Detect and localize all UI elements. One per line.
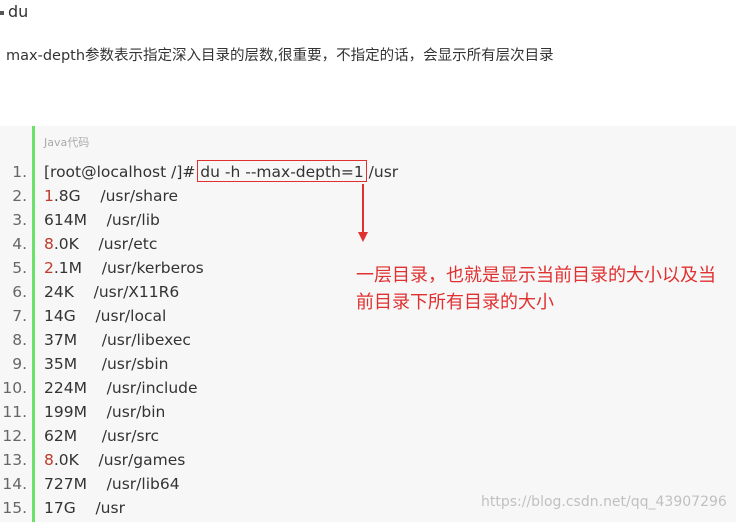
description-text: max-depth参数表示指定深入目录的层数,很重要，不指定的话，会显示所有层次… bbox=[6, 48, 554, 64]
line-number: 15. bbox=[2, 499, 27, 517]
line-number: 10. bbox=[2, 379, 27, 397]
code-text: 37M /usr/libexec bbox=[44, 328, 191, 352]
highlighted-digit: 2 bbox=[44, 259, 54, 277]
code-text: 224M /usr/include bbox=[44, 376, 198, 400]
line-number: 9. bbox=[12, 355, 27, 373]
code-text: 35M /usr/sbin bbox=[44, 352, 169, 376]
code-content: 35M /usr/sbin bbox=[44, 355, 169, 373]
code-text: 17G /usr bbox=[44, 496, 125, 520]
code-text: 8.0K /usr/etc bbox=[44, 232, 157, 256]
code-content: 17G /usr bbox=[44, 499, 125, 517]
code-content: .0K /usr/etc bbox=[53, 235, 158, 253]
line-number: 14. bbox=[2, 475, 27, 493]
code-content: 62M /usr/src bbox=[44, 427, 160, 445]
code-text: 727M /usr/lib64 bbox=[44, 472, 180, 496]
code-content: 37M /usr/libexec bbox=[44, 331, 191, 349]
code-content: .1M /usr/kerberos bbox=[53, 259, 204, 277]
arrow-line bbox=[362, 184, 364, 232]
code-content: 14G /usr/local bbox=[44, 307, 167, 325]
code-text: 24K /usr/X11R6 bbox=[44, 280, 179, 304]
line-number: 13. bbox=[2, 451, 27, 469]
code-text: 62M /usr/src bbox=[44, 424, 159, 448]
code-text: 614M /usr/lib bbox=[44, 208, 160, 232]
code-text: 2.1M /usr/kerberos bbox=[44, 256, 204, 280]
code-text: 1.8G /usr/share bbox=[44, 184, 178, 208]
line-number: 4. bbox=[12, 235, 27, 253]
code-content: 614M /usr/lib bbox=[44, 211, 160, 229]
line-number: 5. bbox=[12, 259, 27, 277]
code-text: 14G /usr/local bbox=[44, 304, 166, 328]
heading-text: du bbox=[8, 2, 29, 21]
line-number: 6. bbox=[12, 283, 27, 301]
code-text: 8.0K /usr/games bbox=[44, 448, 185, 472]
code-block: Java代码 1. [root@localhost /]# du -h --max… bbox=[0, 126, 736, 522]
line-number: 12. bbox=[2, 427, 27, 445]
highlighted-digit: 1 bbox=[44, 187, 54, 205]
code-content: 727M /usr/lib64 bbox=[44, 475, 180, 493]
code-content: 24K /usr/X11R6 bbox=[44, 283, 180, 301]
code-text: 199M /usr/bin bbox=[44, 400, 165, 424]
code-content: .8G /usr/share bbox=[53, 187, 179, 205]
section-heading: du bbox=[0, 2, 28, 21]
line-number: 7. bbox=[12, 307, 27, 325]
arrow-down-icon bbox=[358, 232, 368, 242]
watermark: https://blog.csdn.net/qq_43907296 bbox=[481, 494, 727, 510]
annotation-text: 一层目录，也就是显示当前目录的大小以及当前目录下所有目录的大小 bbox=[356, 265, 716, 313]
line-number: 11. bbox=[2, 403, 27, 421]
code-language-label: Java代码 bbox=[44, 136, 90, 149]
code-content: 224M /usr/include bbox=[44, 379, 198, 397]
line-number: 3. bbox=[12, 211, 27, 229]
bullet-icon bbox=[0, 10, 4, 15]
highlighted-digit: 8 bbox=[44, 235, 54, 253]
code-content: .0K /usr/games bbox=[53, 451, 186, 469]
line-number: 2. bbox=[12, 187, 27, 205]
highlight-box bbox=[197, 160, 367, 182]
code-content: 199M /usr/bin bbox=[44, 403, 166, 421]
code-gutter-bar bbox=[32, 126, 35, 522]
line-number: 1. bbox=[12, 163, 27, 181]
line-number: 8. bbox=[12, 331, 27, 349]
highlighted-digit: 8 bbox=[44, 451, 54, 469]
